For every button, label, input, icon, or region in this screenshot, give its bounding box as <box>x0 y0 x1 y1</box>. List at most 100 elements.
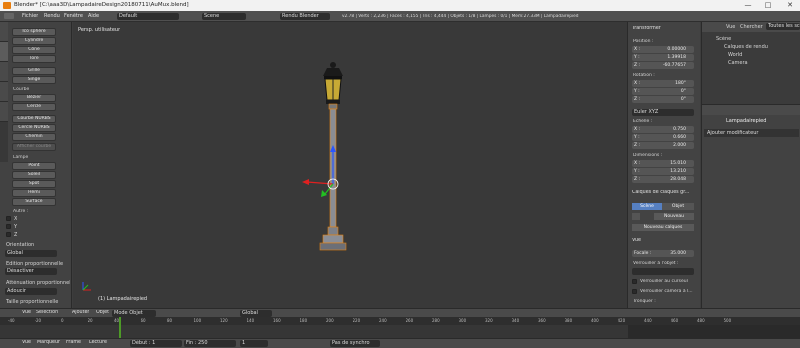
axis-z-checkbox[interactable] <box>6 232 11 237</box>
area-lamp-button[interactable]: Surface <box>12 198 56 206</box>
outliner-render-layers[interactable]: Calques de rendu <box>724 44 768 50</box>
outliner-scene[interactable]: Scène <box>716 36 731 42</box>
cylinder-button[interactable]: Cylindre <box>12 37 56 45</box>
scale-z-field[interactable]: Z :2.000 <box>632 142 694 149</box>
rotation-x-field[interactable]: X :180° <box>632 80 694 87</box>
menu-help[interactable]: Aide <box>88 13 99 19</box>
rotation-label: Rotation : <box>633 73 655 78</box>
dimension-x-field[interactable]: X :15.010 <box>632 160 694 167</box>
bezier-button[interactable]: Bézier <box>12 94 56 102</box>
outliner-world[interactable]: World <box>728 52 742 58</box>
end-frame-field[interactable]: Fin : 250 <box>184 340 236 347</box>
axis-x-label: X <box>14 216 18 222</box>
focal-length-field[interactable]: Focale :35.000 <box>632 250 694 257</box>
nurbs-curve-button[interactable]: Courbe NURBS <box>12 115 56 123</box>
lamp-finial <box>330 62 336 68</box>
timeline[interactable]: -40 -20 0 20 40 60 80 100 120 140 160 180 200 220 240 2… <box>0 317 800 338</box>
lamp-post-model[interactable] <box>73 22 627 308</box>
grid-button[interactable]: Grille <box>12 67 56 75</box>
dimension-y-field[interactable]: Y :13.210 <box>632 168 694 175</box>
viewport-menu-view[interactable]: Vue <box>22 310 31 315</box>
scale-x-field[interactable]: X :0.750 <box>632 126 694 133</box>
layers-header[interactable]: Calques de claques gr... <box>632 190 696 195</box>
orientation-select[interactable]: Global <box>5 250 57 257</box>
outliner-filter-select[interactable]: Toutes les scènes <box>766 23 800 30</box>
blender-logo-icon <box>3 2 11 9</box>
start-frame-field[interactable]: Début : 1 <box>130 340 182 347</box>
sun-lamp-button[interactable]: Soleil <box>12 171 56 179</box>
hemi-lamp-button[interactable]: Hémi <box>12 189 56 197</box>
maximize-button[interactable]: □ <box>760 0 776 11</box>
timeline-menu-playback[interactable]: Lecture <box>89 340 107 345</box>
new-button[interactable]: Nouveau <box>654 213 694 220</box>
sync-mode-select[interactable]: Pas de synchro <box>330 340 380 347</box>
rotation-mode-select[interactable]: Euler XYZ <box>632 109 694 116</box>
rotation-z-field[interactable]: Z :0° <box>632 96 694 103</box>
add-modifier-select[interactable]: Ajouter modificateur <box>704 129 799 137</box>
outliner-menu-search[interactable]: Chercher <box>740 24 763 30</box>
new-layer-button[interactable]: Nouveau calques <box>632 224 694 231</box>
current-frame-field[interactable]: 1 <box>240 340 268 347</box>
object-name[interactable]: Lampadairepied <box>726 118 766 124</box>
brush-icon[interactable] <box>632 213 640 220</box>
axis-y-checkbox[interactable] <box>6 224 11 229</box>
tab-relations[interactable] <box>0 62 8 82</box>
outliner-camera[interactable]: Camera <box>728 60 748 66</box>
timeline-menu-marker[interactable]: Marqueur <box>37 340 60 345</box>
scene-select[interactable]: Scene <box>202 13 246 20</box>
menu-render[interactable]: Rendu <box>44 13 60 19</box>
transform-header[interactable]: Transformer <box>632 26 661 31</box>
timeline-tick: 140 <box>246 318 255 323</box>
viewport-menu-object[interactable]: Objet <box>96 310 109 315</box>
axis-x-checkbox[interactable] <box>6 216 11 221</box>
mode-select[interactable]: Mode Objet <box>112 310 156 317</box>
lamp-base-cap <box>326 100 340 104</box>
axis-z-label: Z <box>14 232 18 238</box>
lock-cursor-checkbox[interactable] <box>632 279 637 284</box>
lock-object-field[interactable] <box>632 268 694 275</box>
lock-camera-checkbox[interactable] <box>632 289 637 294</box>
tab-physics[interactable] <box>0 102 8 122</box>
outliner-menu-view[interactable]: Vue <box>726 24 735 30</box>
properties-tabs[interactable] <box>702 105 800 115</box>
dimension-z-field[interactable]: Z :28.048 <box>632 176 694 183</box>
prop-edit-select[interactable]: Désactiver <box>5 268 57 275</box>
falloff-select[interactable]: Adoucir <box>5 288 57 295</box>
render-engine-select[interactable]: Rendu Blender <box>280 13 330 20</box>
scale-y-field[interactable]: Y :0.660 <box>632 134 694 141</box>
path-button[interactable]: Chemin <box>12 133 56 141</box>
tab-animation[interactable] <box>0 82 8 102</box>
position-y-field[interactable]: Y :1.39918 <box>632 54 694 61</box>
minimize-button[interactable]: — <box>740 0 756 11</box>
rotation-y-field[interactable]: Y :0° <box>632 88 694 95</box>
position-x-field[interactable]: X :0.00000 <box>632 46 694 53</box>
cone-button[interactable]: Cône <box>12 46 56 54</box>
show-curve-button[interactable]: Afficher courbe <box>12 143 56 151</box>
current-frame-marker[interactable] <box>119 317 121 338</box>
menu-file[interactable]: Fichier <box>22 13 38 19</box>
view-header[interactable]: Vue <box>632 238 641 243</box>
torus-button[interactable]: Tore <box>12 55 56 63</box>
tab-create[interactable] <box>0 42 8 62</box>
ico-sphere-button[interactable]: Ico sphère <box>12 28 56 36</box>
scene-tab[interactable]: Scène <box>632 203 662 210</box>
point-lamp-button[interactable]: Point <box>12 162 56 170</box>
pivot-select[interactable]: Global <box>240 310 272 317</box>
object-tab[interactable]: Objet <box>662 203 694 210</box>
menu-window[interactable]: Fenêtre <box>64 13 83 19</box>
timeline-tick: 80 <box>167 318 173 323</box>
3d-viewport[interactable]: Persp. utilisateur (1) Lampadairepied <box>73 22 627 308</box>
monkey-button[interactable]: Singe <box>12 76 56 84</box>
close-button[interactable]: ✕ <box>782 0 798 11</box>
viewport-menu-add[interactable]: Ajouter <box>72 310 89 315</box>
editor-type-icon[interactable] <box>4 13 14 19</box>
layout-select[interactable]: Default <box>117 13 179 20</box>
spot-lamp-button[interactable]: Spot <box>12 180 56 188</box>
nurbs-circle-button[interactable]: Cercle NURBS <box>12 124 56 132</box>
viewport-menu-select[interactable]: Sélection <box>36 310 58 315</box>
circle-button[interactable]: Cercle <box>12 103 56 111</box>
position-z-field[interactable]: Z : -60.77657 <box>632 62 694 69</box>
timeline-menu-frame[interactable]: Frame <box>66 340 81 345</box>
timeline-menu-view[interactable]: Vue <box>22 340 31 345</box>
tab-tools[interactable] <box>0 22 8 42</box>
